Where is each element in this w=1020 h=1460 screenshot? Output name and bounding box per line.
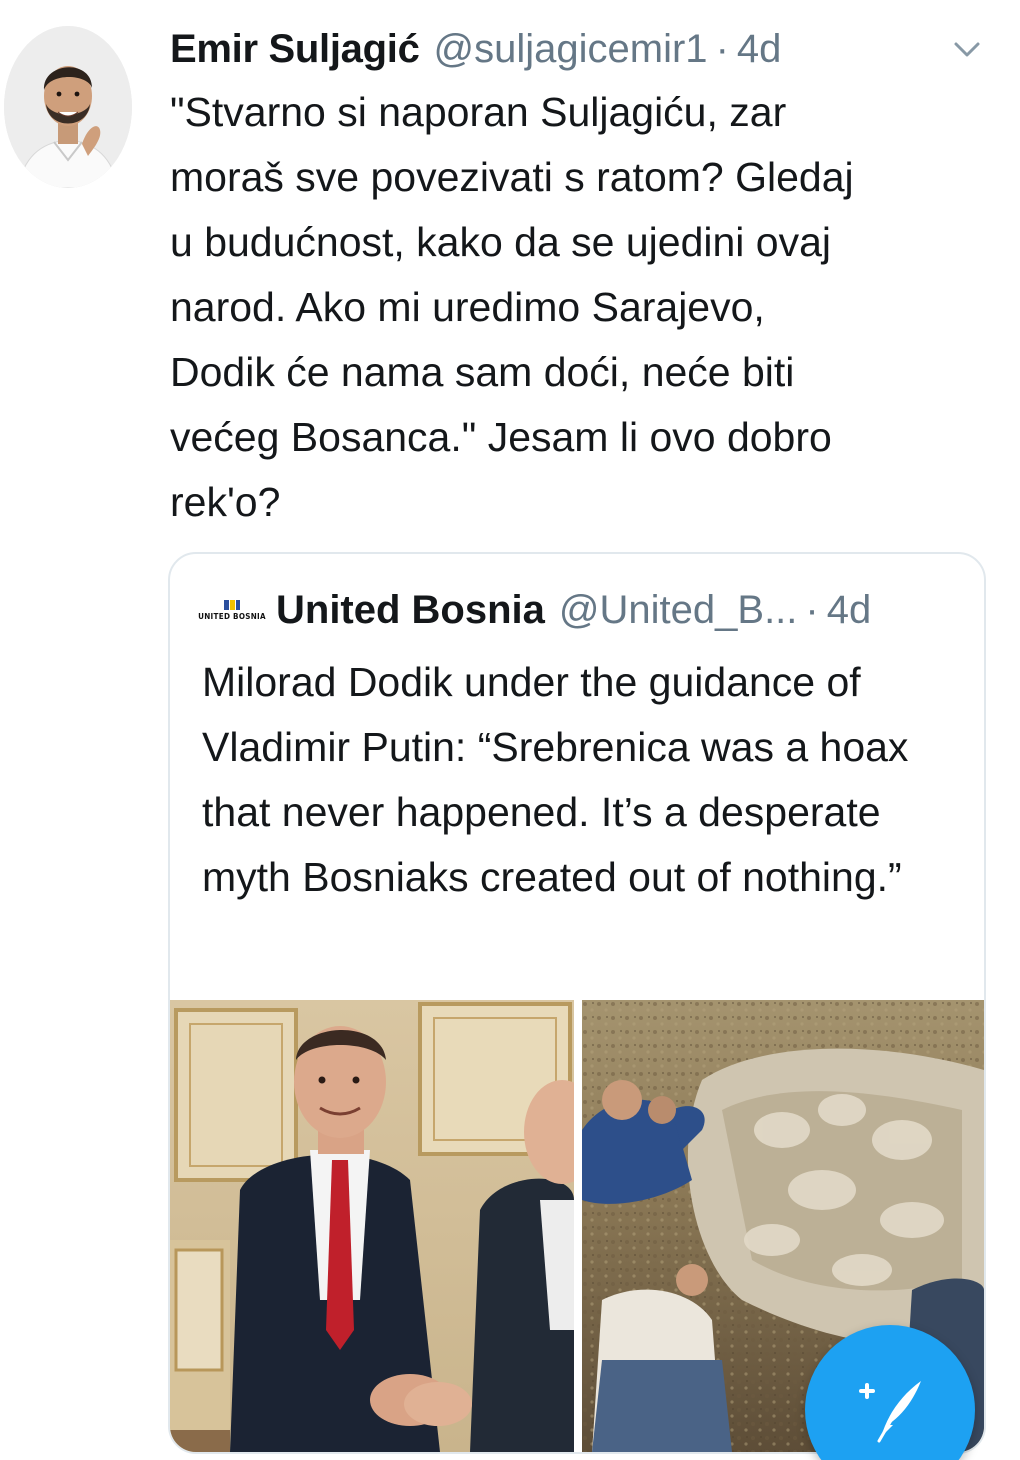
quoted-author-handle: @United_B... bbox=[558, 587, 798, 632]
author-avatar[interactable] bbox=[4, 26, 132, 188]
tweet-timestamp[interactable]: 4d bbox=[737, 22, 782, 76]
quoted-author-name: United Bosnia bbox=[276, 587, 545, 632]
author-handle[interactable]: @suljagicemir1 bbox=[434, 22, 708, 76]
separator-dot: · bbox=[805, 587, 819, 632]
quoted-tweet-text: Milorad Dodik under the guidance of Vlad… bbox=[202, 659, 909, 900]
united-bosnia-logo: UNITED BOSNIA bbox=[198, 595, 266, 625]
tweet[interactable]: Emir Suljagić @suljagicemir1 · 4d "Stvar… bbox=[0, 0, 1020, 1460]
quoted-tweet-card[interactable]: UNITED BOSNIA United Bosnia @United_B...… bbox=[168, 552, 986, 1454]
tweet-header: Emir Suljagić @suljagicemir1 · 4d bbox=[170, 22, 781, 76]
chevron-down-icon[interactable] bbox=[952, 38, 982, 62]
photo-handshake[interactable] bbox=[170, 1000, 574, 1452]
compose-tweet-icon bbox=[859, 1381, 921, 1443]
quoted-tweet-header: UNITED BOSNIA United Bosnia @United_B...… bbox=[198, 580, 872, 640]
logo-text: UNITED BOSNIA bbox=[198, 612, 266, 621]
quoted-tweet-timestamp: 4d bbox=[826, 587, 872, 632]
tweet-text: "Stvarno si naporan Suljagiću, zar moraš… bbox=[170, 89, 854, 525]
separator-dot: · bbox=[715, 27, 729, 71]
media-gap bbox=[574, 1000, 582, 1452]
author-name[interactable]: Emir Suljagić bbox=[170, 22, 420, 76]
